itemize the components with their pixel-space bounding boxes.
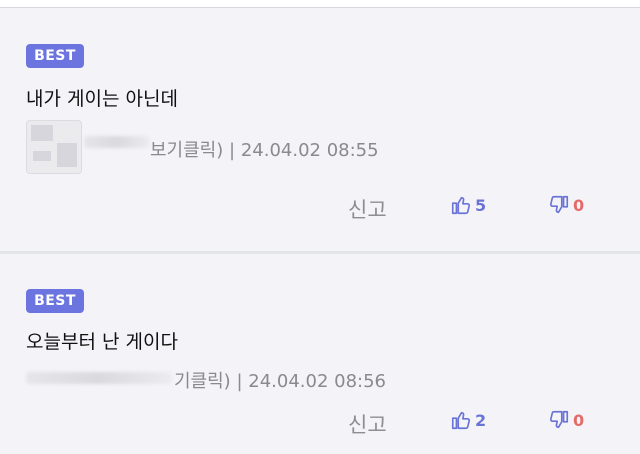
comment-text: 오늘부터 난 게이다 [26,331,178,353]
top-divider [0,0,640,8]
comment-timestamp: 24.04.02 08:55 [240,140,379,161]
meta-separator: | [229,140,236,161]
like-button[interactable]: 5 [450,194,486,216]
meta-separator: | [236,371,243,392]
best-badge: BEST [26,289,84,313]
thumbs-down-icon [549,410,569,429]
comment-text: 내가 게이는 아닌데 [26,88,178,110]
comment-item-2: BEST 오늘부터 난 게이다 기클릭) | 24.04.02 08:56 신고… [0,254,640,454]
blurred-author-name[interactable] [26,372,172,384]
dislike-count: 0 [573,410,585,430]
dislike-button[interactable]: 0 [548,194,584,216]
like-button[interactable]: 2 [450,409,486,431]
comment-item-1: BEST 내가 게이는 아닌데 보기클릭) | 24.04.02 08:55 신… [0,8,640,251]
report-button[interactable]: 신고 [348,409,387,439]
blurred-author-name[interactable] [84,136,150,148]
dislike-count: 0 [573,195,585,215]
author-suffix[interactable]: 기클릭) [174,371,231,392]
best-badge: BEST [26,44,84,68]
dislike-button[interactable]: 0 [548,409,584,431]
thumbs-up-icon [451,196,471,215]
like-count: 2 [475,410,487,430]
author-avatar[interactable] [26,120,82,174]
comment-meta: 기클릭) | 24.04.02 08:56 [174,367,386,393]
thumbs-down-icon [549,195,569,214]
comment-meta: 보기클릭) | 24.04.02 08:55 [150,136,379,162]
like-count: 5 [475,195,487,215]
report-button[interactable]: 신고 [348,194,387,224]
author-suffix[interactable]: 보기클릭) [150,140,223,161]
thumbs-up-icon [451,411,471,430]
comment-timestamp: 24.04.02 08:56 [248,371,387,392]
